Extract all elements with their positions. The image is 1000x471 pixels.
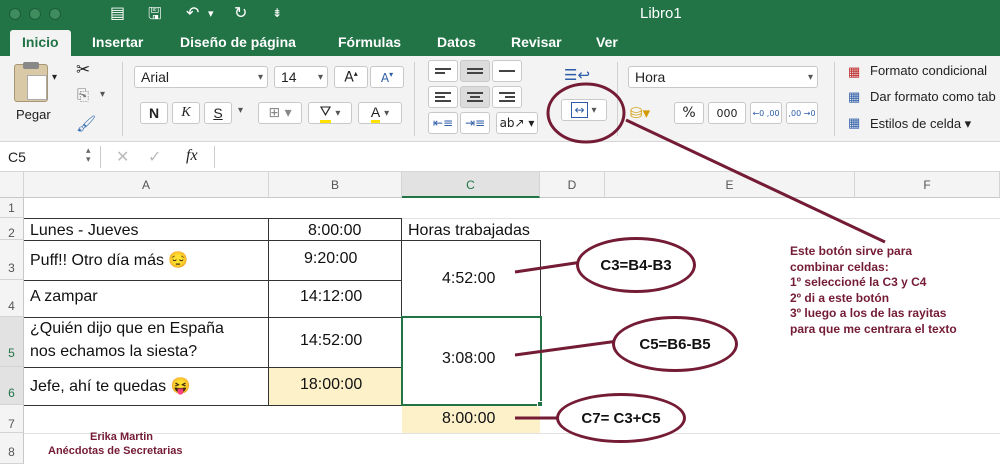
arrow-line-c5 — [514, 339, 619, 357]
formula-oval-c7: C7= C3+C5 — [556, 393, 686, 443]
merge-button-highlight — [546, 82, 626, 144]
formula-oval-c5: C5=B6-B5 — [612, 316, 738, 372]
arrow-line-c3 — [514, 260, 583, 274]
arrow-line-merge — [625, 118, 886, 244]
annotation-arrows — [514, 82, 886, 420]
formula-oval-c3: C3=B4-B3 — [576, 237, 696, 293]
